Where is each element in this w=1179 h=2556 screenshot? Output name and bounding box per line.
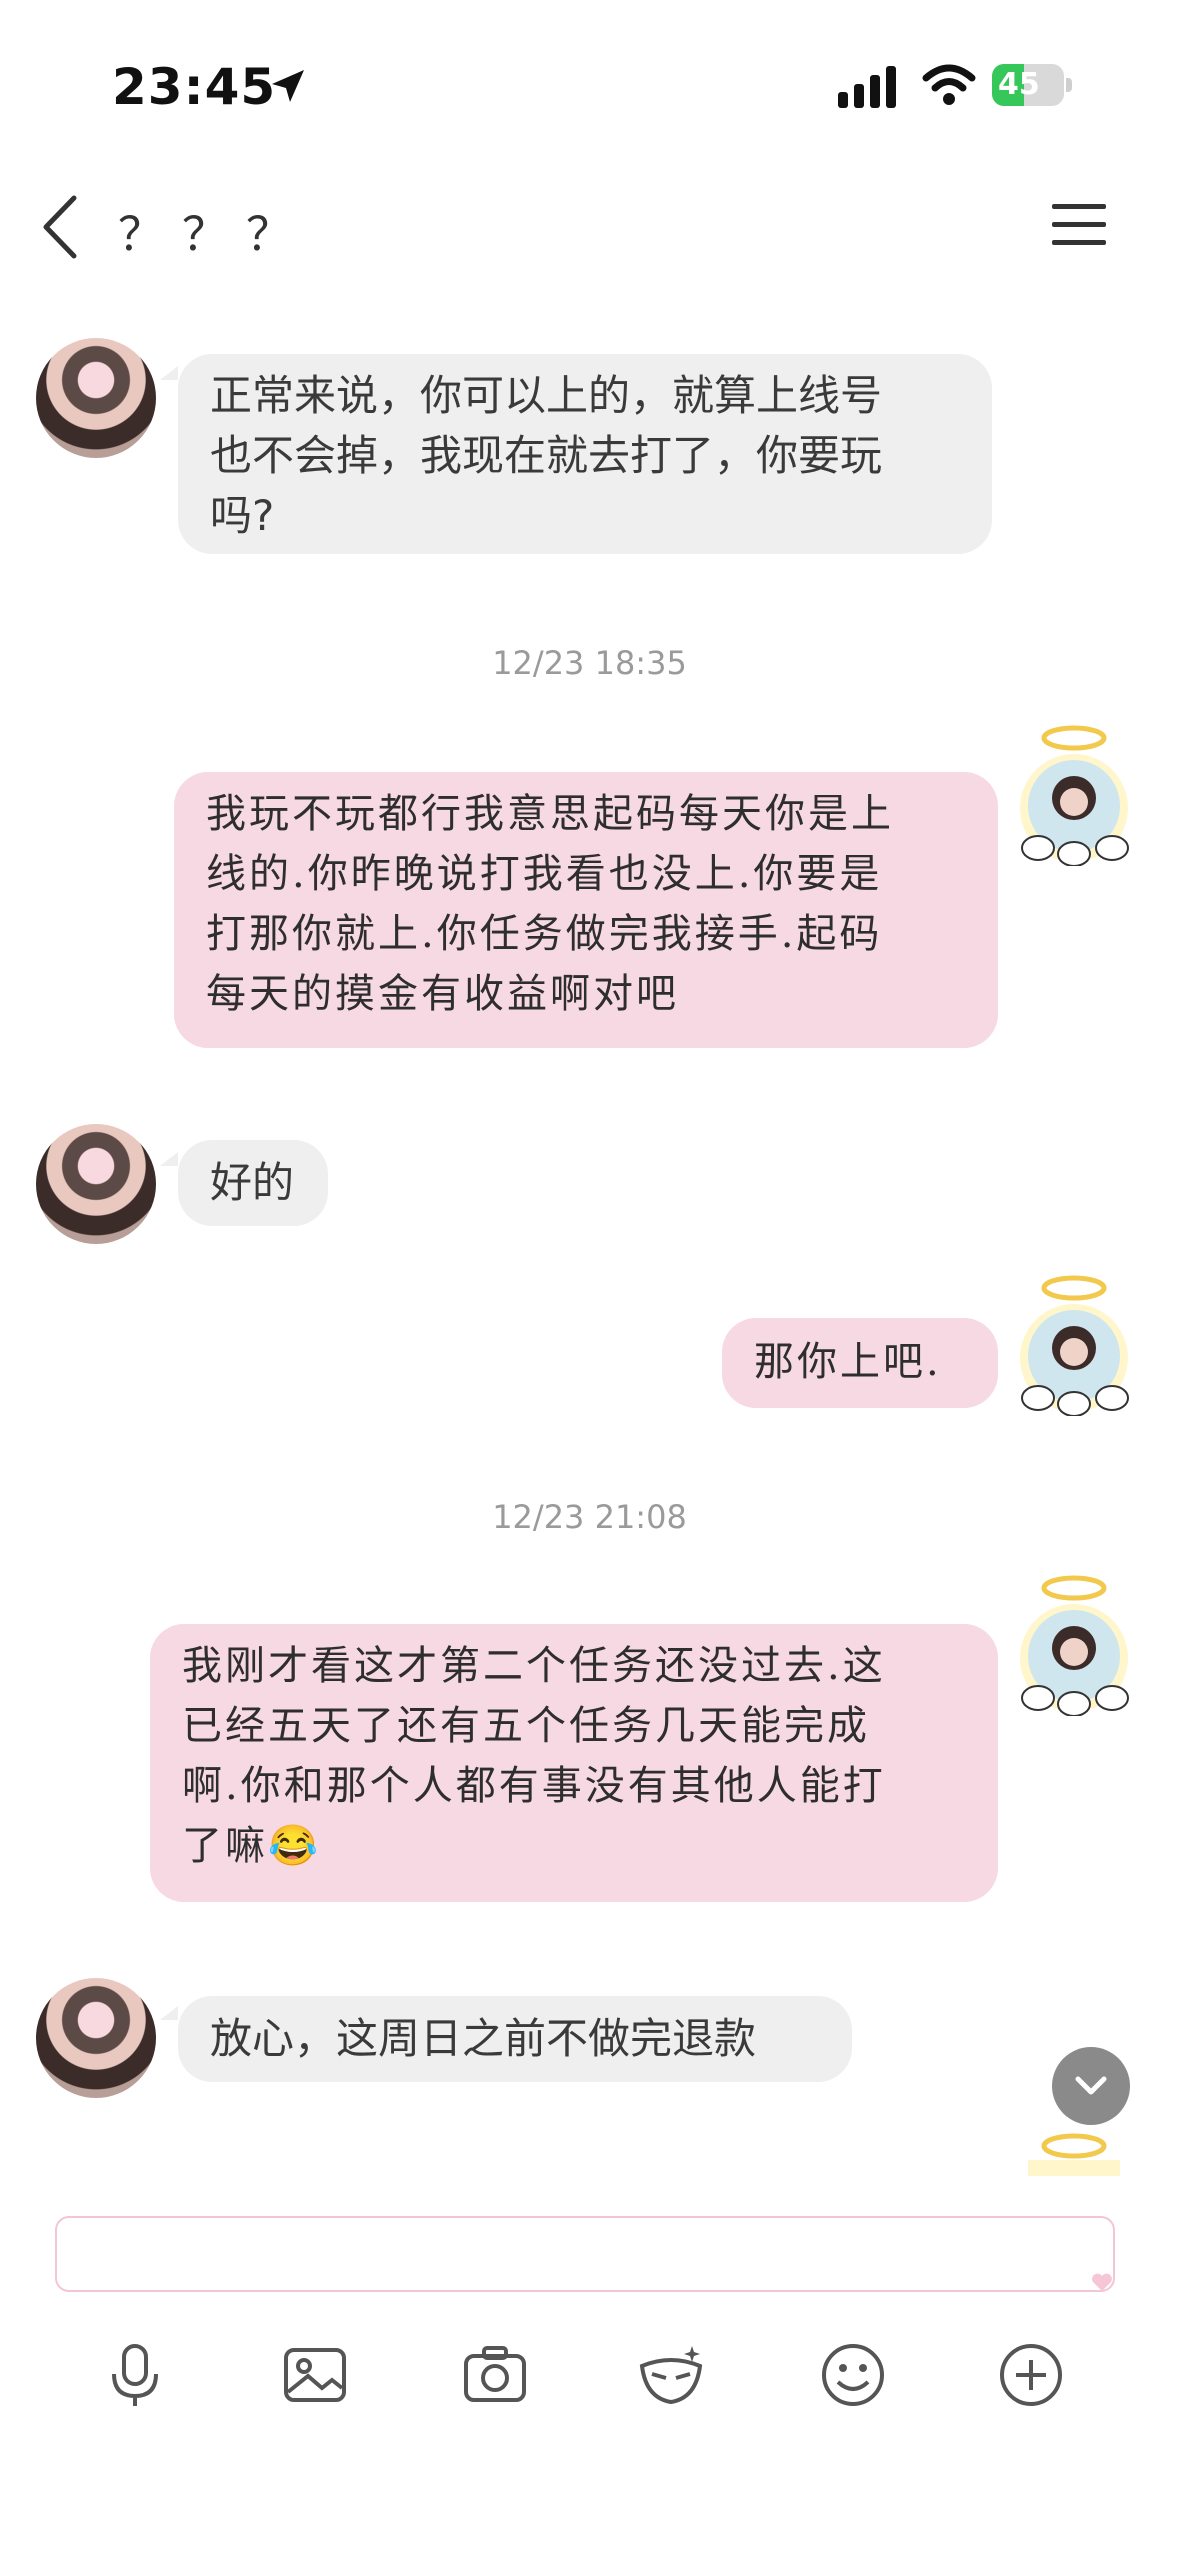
message-input[interactable]	[55, 2216, 1115, 2292]
message-bubble[interactable]: 正常来说，你可以上的，就算上线号 也不会掉，我现在就去打了，你要玩 吗?	[178, 354, 992, 554]
menu-icon[interactable]	[1052, 202, 1106, 248]
message-timestamp: 12/23 21:08	[492, 1498, 687, 1536]
back-chevron-icon[interactable]	[38, 192, 88, 262]
chevron-down-icon	[1075, 2076, 1107, 2095]
message-timestamp: 12/23 18:35	[492, 644, 687, 682]
message-bubble[interactable]: 我刚才看这才第二个任务还没过去.这 已经五天了还有五个任务几天能完成 啊.你和那…	[150, 1624, 998, 1902]
emoji-icon[interactable]	[818, 2340, 888, 2410]
mic-icon[interactable]	[100, 2340, 170, 2410]
battery-level: 45	[998, 67, 1040, 102]
battery-indicator: 45	[992, 64, 1074, 108]
user-avatar-partial	[1028, 2133, 1120, 2176]
plus-icon[interactable]	[996, 2340, 1066, 2410]
camera-icon[interactable]	[460, 2340, 530, 2410]
image-icon[interactable]	[280, 2340, 350, 2410]
mask-icon[interactable]	[636, 2340, 706, 2410]
user-avatar[interactable]	[1004, 716, 1144, 866]
scroll-to-bottom-button[interactable]	[1052, 2047, 1130, 2125]
status-time: 23:45	[112, 58, 277, 116]
cellular-signal-icon	[838, 66, 896, 108]
user-avatar[interactable]	[1004, 1566, 1144, 1716]
contact-avatar[interactable]	[36, 338, 156, 458]
heart-icon	[1092, 2273, 1112, 2291]
laughing-emoji: 😂	[268, 1823, 321, 1869]
message-bubble[interactable]: 我玩不玩都行我意思起码每天你是上 线的.你昨晚说打我看也没上.你要是 打那你就上…	[174, 772, 998, 1048]
message-bubble[interactable]: 好的	[178, 1140, 328, 1226]
contact-avatar[interactable]	[36, 1124, 156, 1244]
message-bubble[interactable]: 放心，这周日之前不做完退款	[178, 1996, 852, 2082]
wifi-icon	[922, 64, 976, 105]
chat-title: ？？？	[118, 207, 310, 261]
user-avatar[interactable]	[1004, 1266, 1144, 1416]
contact-avatar[interactable]	[36, 1978, 156, 2098]
location-arrow-icon	[272, 70, 304, 102]
message-bubble[interactable]: 那你上吧.	[722, 1318, 998, 1408]
